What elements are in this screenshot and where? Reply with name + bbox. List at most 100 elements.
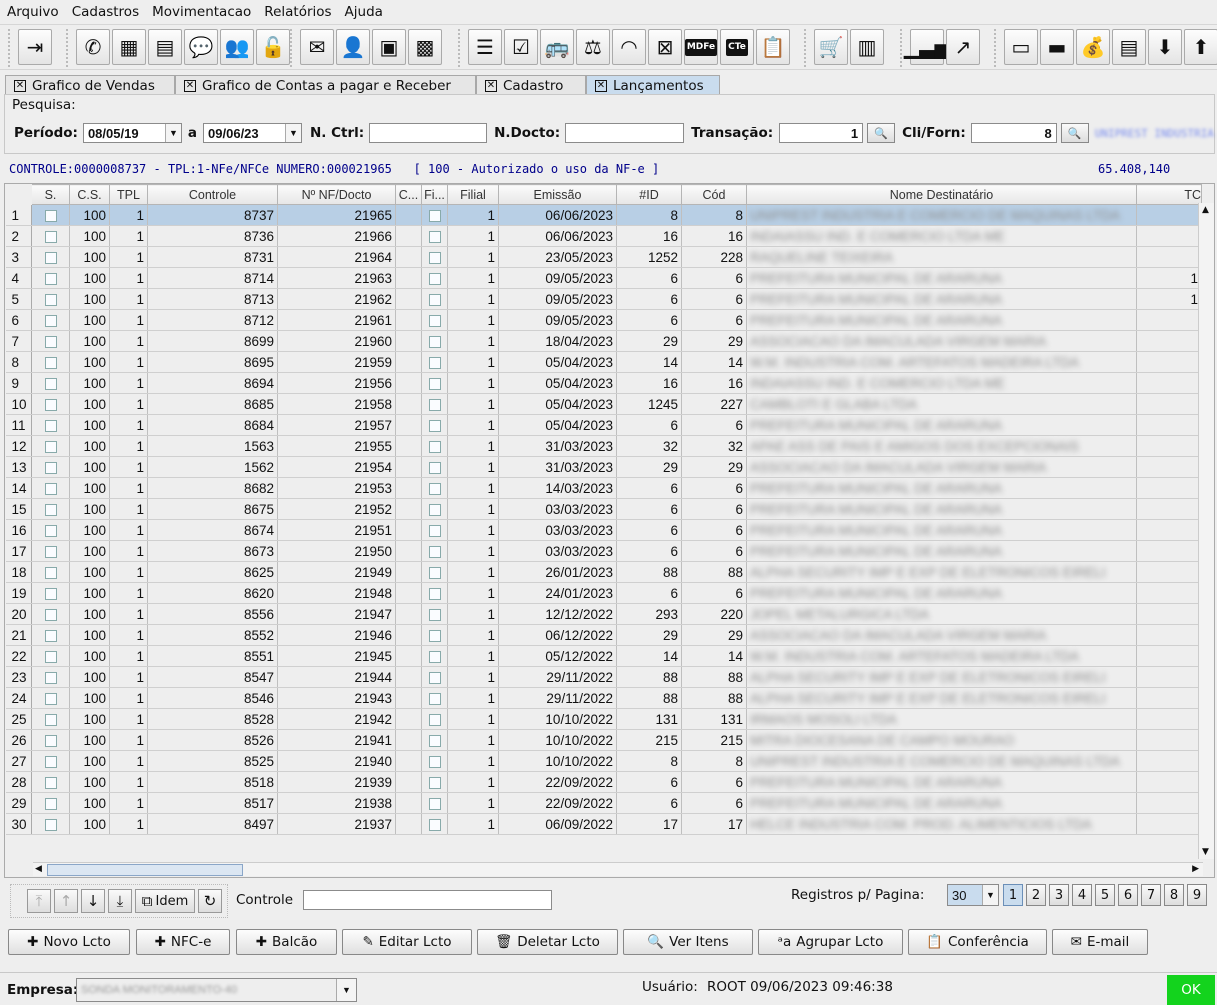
tpl-cell[interactable]: 1 (109, 729, 148, 751)
scroll-down-icon[interactable]: ▼ (1202, 847, 1209, 857)
table-row[interactable]: 25 100 1 8528 21942 1 10/10/2022 131 131 IRMAOS M… (5, 708, 1202, 730)
id-cell[interactable]: 88 (616, 666, 682, 688)
row-number[interactable]: 14 (5, 477, 32, 499)
checkbox[interactable] (428, 545, 441, 558)
row-number[interactable]: 5 (5, 288, 32, 310)
tpl-cell[interactable]: 1 (109, 771, 148, 793)
id-cell[interactable]: 8 (616, 204, 682, 226)
tpl-cell[interactable]: 1 (109, 750, 148, 772)
checkbox[interactable] (44, 503, 57, 516)
agrupar-lcto-button[interactable]: ᵃa Agrupar Lcto (758, 929, 903, 955)
filial-cell[interactable]: 1 (447, 414, 499, 436)
controle-cell[interactable]: 8552 (147, 624, 278, 646)
nome-cell[interactable]: PREFEITURA MUNICIPAL DE ARARUNA (746, 519, 1137, 541)
nf-cell[interactable]: 21951 (277, 519, 396, 541)
cs-cell[interactable]: 100 (69, 435, 110, 457)
row-number[interactable]: 23 (5, 666, 32, 688)
checkbox[interactable] (428, 356, 441, 369)
cod-cell[interactable]: 227 (681, 393, 747, 415)
horizontal-scroll-thumb[interactable] (47, 864, 243, 876)
c-cell[interactable] (395, 267, 422, 289)
controle-cell[interactable]: 8625 (147, 561, 278, 583)
emissao-cell[interactable]: 18/04/2023 (498, 330, 617, 352)
emissao-cell[interactable]: 12/12/2022 (498, 603, 617, 625)
id-cell[interactable]: 8 (616, 750, 682, 772)
controle-cell[interactable]: 8737 (147, 204, 278, 226)
table-row[interactable]: 3 100 1 8731 21964 1 23/05/2023 1252 228 RAQUELIN… (5, 246, 1202, 268)
row-number[interactable]: 7 (5, 330, 32, 352)
cod-cell[interactable]: 220 (681, 603, 747, 625)
nf-cell[interactable]: 21941 (277, 729, 396, 751)
nome-cell[interactable]: RAQUELINE TEIXEIRA (746, 246, 1137, 268)
cod-cell[interactable]: 16 (681, 372, 747, 394)
cod-cell[interactable]: 6 (681, 540, 747, 562)
vertical-scrollbar[interactable]: ▲ ▼ (1198, 203, 1214, 859)
nome-cell[interactable]: ALPHA SECURITY IMP E EXP DE ELETRONICOS … (746, 666, 1137, 688)
emissao-cell[interactable]: 10/10/2022 (498, 750, 617, 772)
filial-cell[interactable]: 1 (447, 330, 499, 352)
checkbox[interactable] (44, 419, 57, 432)
cs-cell[interactable]: 100 (69, 204, 110, 226)
tc-cell[interactable] (1136, 519, 1202, 541)
mdfe-icon[interactable]: MDFe (684, 29, 718, 65)
id-cell[interactable]: 88 (616, 687, 682, 709)
checkbox[interactable] (428, 713, 441, 726)
tpl-cell[interactable]: 1 (109, 498, 148, 520)
emissao-cell[interactable]: 29/11/2022 (498, 666, 617, 688)
date-from-field[interactable]: 08/05/19 ▼ (82, 123, 182, 143)
checkbox[interactable] (428, 503, 441, 516)
checkbox[interactable] (428, 608, 441, 621)
row-number[interactable]: 29 (5, 792, 32, 814)
checkbox[interactable] (44, 524, 57, 537)
checkbox[interactable] (44, 671, 57, 684)
controle-cell[interactable]: 8620 (147, 582, 278, 604)
tpl-cell[interactable]: 1 (109, 288, 148, 310)
c-cell[interactable] (395, 708, 422, 730)
filial-cell[interactable]: 1 (447, 225, 499, 247)
cod-cell[interactable]: 88 (681, 561, 747, 583)
row-number[interactable]: 17 (5, 540, 32, 562)
table-row[interactable]: 7 100 1 8699 21960 1 18/04/2023 29 29 ASSOCIACAO … (5, 330, 1202, 352)
checkbox[interactable] (428, 671, 441, 684)
id-cell[interactable]: 6 (616, 309, 682, 331)
table-row[interactable]: 30 100 1 8497 21937 1 06/09/2022 17 17 HELCE INDU… (5, 813, 1202, 835)
cod-cell[interactable]: 14 (681, 645, 747, 667)
cod-cell[interactable]: 131 (681, 708, 747, 730)
table-row[interactable]: 5 100 1 8713 21962 1 09/05/2023 6 6 PREFEITURA MU… (5, 288, 1202, 310)
column-header[interactable]: Nome Destinatário (746, 184, 1137, 205)
mail-icon[interactable]: ✉ (300, 29, 334, 65)
nome-cell[interactable]: ASSOCIACAO DA IMACULADA VIRGEM MARIA (746, 330, 1137, 352)
nome-cell[interactable]: PREFEITURA MUNICIPAL DE ARARUNA (746, 477, 1137, 499)
filial-cell[interactable]: 1 (447, 729, 499, 751)
checkbox[interactable] (44, 356, 57, 369)
checkbox[interactable] (428, 377, 441, 390)
list-icon[interactable]: ☰ (468, 29, 502, 65)
horizontal-scrollbar[interactable]: ◀ ▶ (33, 862, 1203, 876)
filial-cell[interactable]: 1 (447, 624, 499, 646)
nf-cell[interactable]: 21948 (277, 582, 396, 604)
c-cell[interactable] (395, 561, 422, 583)
row-number[interactable]: 13 (5, 456, 32, 478)
clipboard-check-icon[interactable]: 📋 (756, 29, 790, 65)
nf-cell[interactable]: 21963 (277, 267, 396, 289)
row-number[interactable]: 30 (5, 813, 32, 835)
cod-cell[interactable]: 8 (681, 204, 747, 226)
id-cell[interactable]: 1252 (616, 246, 682, 268)
checkbox[interactable] (44, 314, 57, 327)
cs-cell[interactable]: 100 (69, 666, 110, 688)
emissao-cell[interactable]: 03/03/2023 (498, 519, 617, 541)
nome-cell[interactable]: ALPHA SECURITY IMP E EXP DE ELETRONICOS … (746, 561, 1137, 583)
tc-cell[interactable] (1136, 729, 1202, 751)
nome-cell[interactable]: IRMAOS MOSOLI LTDA (746, 708, 1137, 730)
filial-cell[interactable]: 1 (447, 750, 499, 772)
row-number[interactable]: 25 (5, 708, 32, 730)
tpl-cell[interactable]: 1 (109, 393, 148, 415)
tpl-cell[interactable]: 1 (109, 330, 148, 352)
date-to-field[interactable]: 09/06/23 ▼ (203, 123, 302, 143)
id-cell[interactable]: 16 (616, 225, 682, 247)
tpl-cell[interactable]: 1 (109, 561, 148, 583)
tc-cell[interactable] (1136, 498, 1202, 520)
checkbox[interactable] (44, 734, 57, 747)
nome-cell[interactable]: UNIPREST INDUSTRIA E COMERCIO DE MAQUINA… (746, 204, 1137, 226)
controle-cell[interactable]: 8675 (147, 498, 278, 520)
